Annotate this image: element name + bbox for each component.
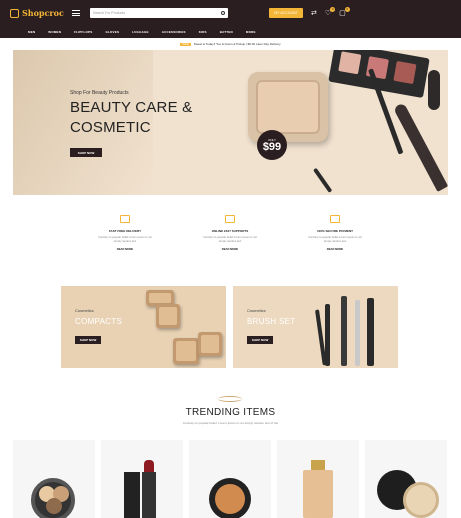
features-row: FAST FREE DELIVERY Contrary to popular b… — [75, 215, 385, 265]
account-button[interactable]: MY ACCOUNT — [269, 8, 303, 18]
read-more-link[interactable]: READ MORE — [222, 248, 238, 251]
wishlist-count: 0 — [330, 6, 336, 12]
feature-desc: Contrary to popular belief Lorem Ipsum i… — [203, 236, 257, 243]
feature-delivery: FAST FREE DELIVERY Contrary to popular b… — [75, 215, 175, 265]
compact-image — [173, 338, 199, 364]
hero-title-line1: BEAUTY CARE & — [70, 99, 193, 116]
compare-icon[interactable]: ⇄ — [311, 10, 317, 17]
cart-icon[interactable]: ▢ 0 — [339, 6, 350, 17]
top-header: Shopcroc Search For Products MY ACCOUNT … — [0, 0, 461, 26]
brush-set-banner[interactable]: Cosmetics BRUSH SET SHOP NOW — [233, 286, 398, 368]
promo-text[interactable]: Sweet & Today!! Toe & Gown & Pickup | $6… — [194, 42, 281, 46]
lipstick-image — [144, 460, 154, 472]
nav-item-more[interactable]: MORE — [246, 30, 256, 34]
logo-text: Shopcroc — [22, 8, 64, 18]
feature-title: 100% SECURE PAYMENT — [316, 229, 353, 233]
heart-icon[interactable]: ♡ 0 — [325, 6, 336, 17]
foundation-bottle-image — [311, 460, 325, 470]
nav-item-accessories[interactable]: ACCESSORIES — [162, 30, 186, 34]
promo-badge: SALE — [180, 42, 191, 46]
logo[interactable]: Shopcroc — [10, 8, 72, 18]
eyeshadow-compact-image — [31, 478, 75, 518]
price-badge: ONLY $99 — [257, 130, 287, 160]
banner-shop-now-button[interactable]: SHOP NOW — [75, 336, 101, 344]
chat-icon — [225, 215, 235, 223]
compact-powder-image — [248, 72, 328, 142]
banner-kicker: Cosmetics — [75, 308, 94, 313]
bag-icon — [10, 8, 19, 18]
product-card[interactable] — [365, 440, 447, 518]
brush-image — [325, 304, 330, 366]
feature-support: ONLINE 24X7 SUPPORTS Contrary to popular… — [180, 215, 280, 265]
search-icon[interactable] — [221, 11, 225, 15]
banner-title: BRUSH SET — [247, 317, 296, 326]
read-more-link[interactable]: READ MORE — [327, 248, 343, 251]
trending-title: TRENDING ITEMS — [185, 407, 276, 418]
trending-subtitle: Contrary to popular belief, Lorem Ipsum … — [182, 421, 279, 425]
hero-banner: Shop For Beauty Products BEAUTY CARE & C… — [13, 50, 448, 195]
banner-kicker: Cosmetics — [247, 308, 266, 313]
banner-shop-now-button[interactable]: SHOP NOW — [247, 336, 273, 344]
hero-title: BEAUTY CARE & COSMETIC — [70, 98, 210, 138]
nav-item-flipflops[interactable]: FLIPFLOPS — [74, 30, 92, 34]
feature-desc: Contrary to popular belief Lorem Ipsum i… — [98, 236, 152, 243]
price-value: $99 — [262, 140, 282, 153]
search-input[interactable]: Search For Products — [90, 8, 228, 18]
compact-image — [156, 304, 180, 328]
bronzer-compact-image — [209, 478, 251, 518]
brush-image — [341, 296, 347, 366]
hero-kicker: Shop For Beauty Products — [70, 90, 129, 96]
nav-item-men[interactable]: MEN — [28, 30, 35, 34]
main-nav: MEN WOMEN FLIPFLOPS GLOVES LUGGAGE ACCES… — [0, 26, 461, 38]
hero-shop-now-button[interactable]: SHOP NOW — [70, 148, 102, 157]
search-placeholder: Search For Products — [93, 11, 126, 15]
lipstick-image — [124, 472, 140, 518]
cart-count: 0 — [344, 6, 350, 12]
promo-bar: SALE Sweet & Today!! Toe & Gown & Pickup… — [0, 40, 461, 48]
nav-item-batten[interactable]: BATTEN — [220, 30, 233, 34]
brush-image — [428, 70, 440, 110]
ornament-icon — [218, 396, 242, 402]
brush-image — [367, 298, 374, 366]
feature-desc: Contrary to popular belief Lorem Ipsum i… — [308, 236, 362, 243]
hero-title-line2: COSMETIC — [70, 119, 151, 136]
product-card[interactable] — [101, 440, 183, 518]
banner-title: COMPACTS — [75, 317, 123, 326]
page: Shopcroc Search For Products MY ACCOUNT … — [0, 0, 461, 518]
feature-title: FAST FREE DELIVERY — [108, 229, 142, 233]
nav-item-luggage[interactable]: LUGGAGE — [132, 30, 149, 34]
compact-image — [198, 332, 222, 356]
feature-payment: 100% SECURE PAYMENT Contrary to popular … — [285, 215, 385, 265]
compacts-banner[interactable]: Cosmetics COMPACTS SHOP NOW — [61, 286, 226, 368]
feature-title: ONLINE 24X7 SUPPORTS — [211, 229, 249, 233]
hamburger-icon[interactable] — [72, 10, 80, 16]
nav-item-women[interactable]: WOMEN — [48, 30, 61, 34]
nav-item-kids[interactable]: KIDS — [199, 30, 207, 34]
nav-item-gloves[interactable]: GLOVES — [105, 30, 119, 34]
product-card[interactable] — [13, 440, 95, 518]
truck-icon — [120, 215, 130, 223]
product-card[interactable] — [189, 440, 271, 518]
brush-image — [355, 300, 360, 366]
brush-image — [313, 167, 333, 193]
product-card[interactable] — [277, 440, 359, 518]
card-icon — [330, 215, 340, 223]
read-more-link[interactable]: READ MORE — [117, 248, 133, 251]
